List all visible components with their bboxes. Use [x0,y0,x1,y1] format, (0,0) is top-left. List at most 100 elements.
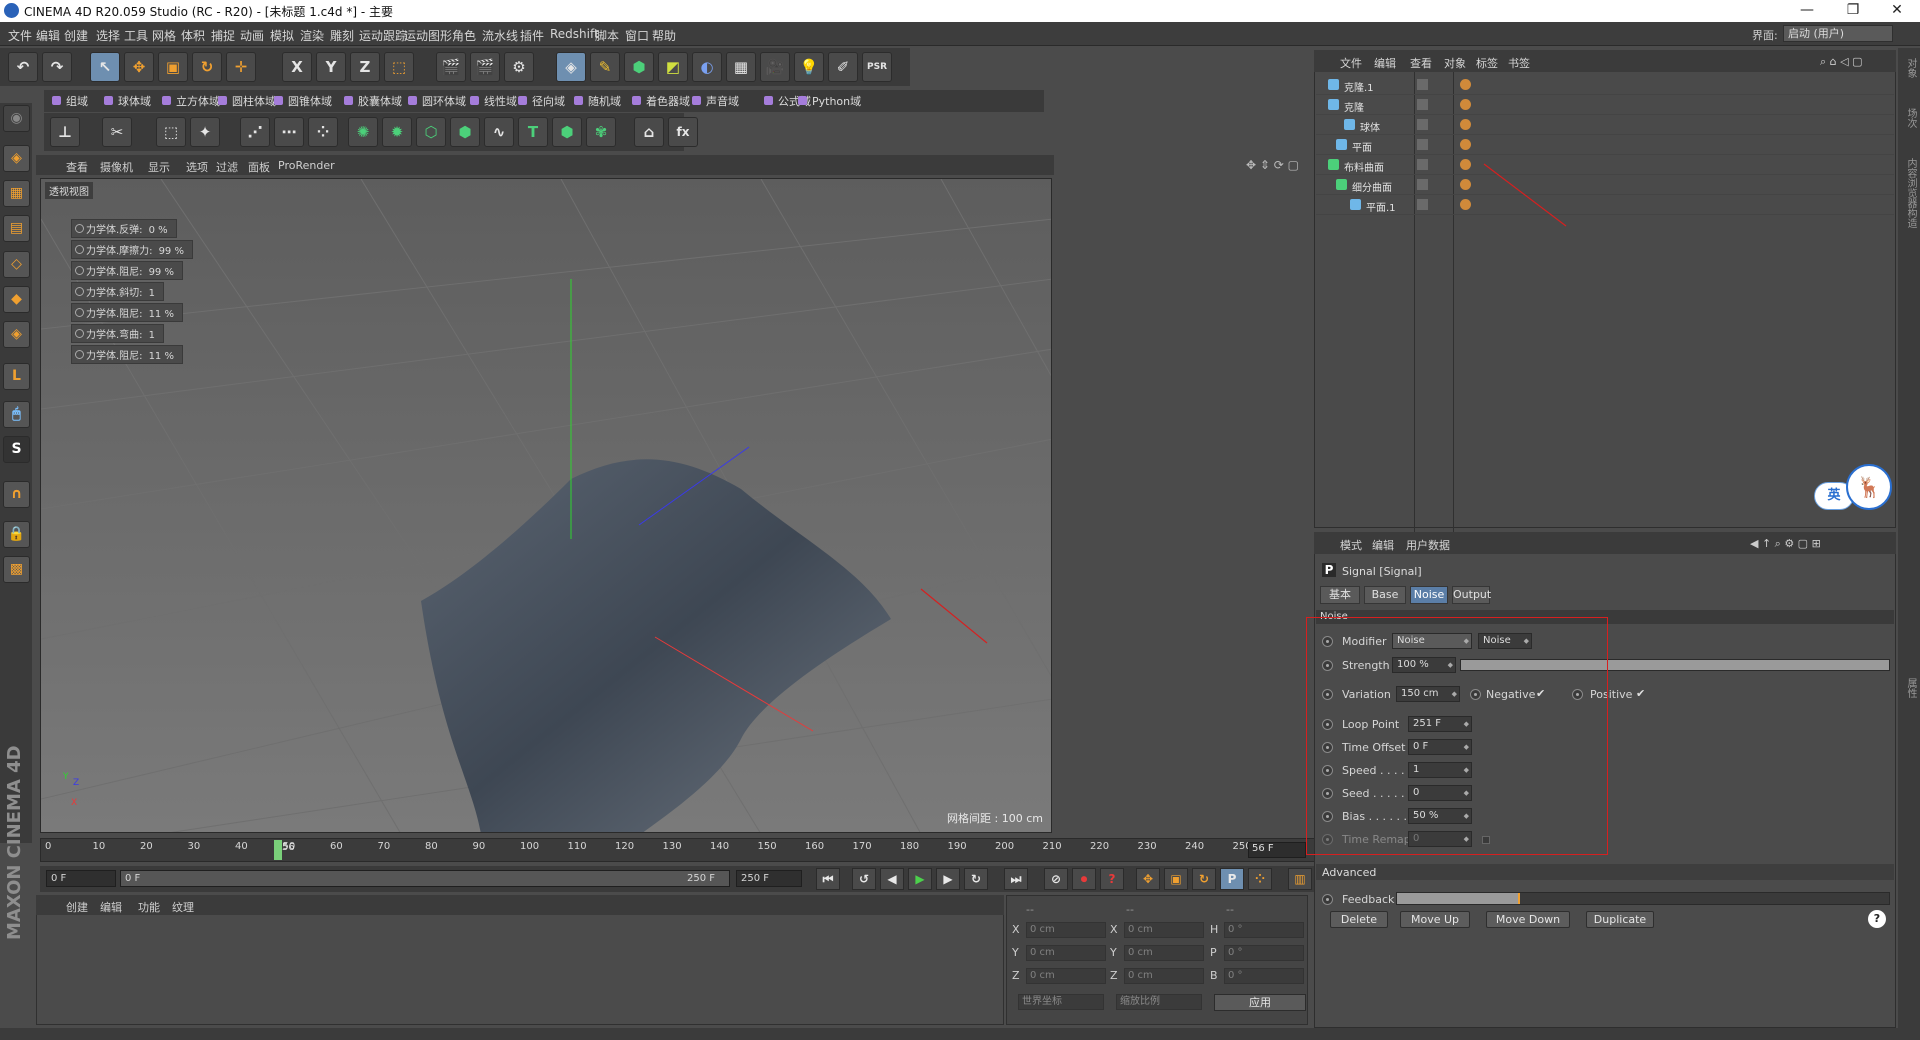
lock-icon[interactable]: 🔒 [3,521,30,548]
menu-10[interactable]: 渲染 [300,27,324,44]
undo-icon[interactable]: ↶ [8,52,38,82]
deformer-icon[interactable]: ◐ [692,52,722,82]
material-menu-1[interactable]: 编辑 [100,899,122,915]
points-icon[interactable]: ⋰ [240,117,270,147]
coordinate-system-icon[interactable]: ⬚ [384,52,414,82]
cube-icon[interactable]: ◈ [556,52,586,82]
script-icon[interactable]: ✐ [828,52,858,82]
field-3[interactable]: 圆柱体域 [216,93,276,109]
snap-icon[interactable]: S [3,436,30,463]
go-to-start-icon[interactable]: ⏮ [816,868,840,890]
object-menu-4[interactable]: 标签 [1476,55,1498,71]
menu-15[interactable]: 流水线 [482,27,518,44]
object-visibility-icon[interactable] [1433,159,1444,170]
maximize-button[interactable]: ❐ [1830,0,1876,22]
z-axis-icon[interactable]: Z [350,52,380,82]
texture-mode-icon[interactable]: ▦ [3,180,30,207]
object-row[interactable]: 克隆.1 [1316,76,1894,95]
object-menu-2[interactable]: 查看 [1410,55,1432,71]
previous-frame-icon[interactable]: ◀ [880,868,904,890]
menu-12[interactable]: 运动跟踪 [359,27,407,44]
menu-11[interactable]: 雕刻 [330,27,354,44]
viewport-menu-6[interactable]: ProRender [278,159,335,172]
go-to-end-icon[interactable]: ⏭ [1004,868,1028,890]
next-frame-icon[interactable]: ▶ [936,868,960,890]
button-duplicate[interactable]: Duplicate [1586,911,1654,928]
current-frame-field[interactable]: 56 F [1248,842,1306,858]
advanced-section[interactable]: Advanced [1316,864,1894,880]
menu-3[interactable]: 选择 [96,27,120,44]
menu-20[interactable]: 帮助 [652,27,676,44]
object-name[interactable]: 克隆 [1344,99,1364,114]
button-move-down[interactable]: Move Down [1486,911,1570,928]
field-2[interactable]: 立方体域 [160,93,220,109]
object-name[interactable]: 球体 [1360,119,1380,134]
viewport-menu-4[interactable]: 过滤 [216,159,238,175]
key-param-icon[interactable]: P [1220,868,1244,890]
start-frame-field[interactable]: 0 F [46,870,116,887]
viewport-menu-2[interactable]: 显示 [148,159,170,175]
size-mode-select[interactable]: 缩放比例 [1116,994,1202,1010]
y-axis-icon[interactable]: Y [316,52,346,82]
rotate-tool-icon[interactable]: ↻ [192,52,222,82]
right-tab-4[interactable]: 属性 [1903,678,1918,698]
object-menu-3[interactable]: 对象 [1444,55,1466,71]
field-5[interactable]: 胶囊体域 [342,93,402,109]
coord-field[interactable]: 0 ° [1224,922,1304,938]
menu-6[interactable]: 体积 [181,27,205,44]
workplane-icon[interactable]: ▤ [3,215,30,242]
matrix-icon[interactable]: ✹ [382,117,412,147]
key-scale-icon[interactable]: ▣ [1164,868,1188,890]
attribute-nav-icons[interactable]: ◀ ↑ ⌕ ⚙ ▢ ⊞ [1750,537,1821,551]
button-delete[interactable]: Delete [1330,911,1388,928]
knife-icon[interactable]: ✂ [102,117,132,147]
record-icon[interactable]: ⏺ [1072,868,1096,890]
material-menu-3[interactable]: 纹理 [172,899,194,915]
menu-0[interactable]: 文件 [8,27,32,44]
object-visibility-icon[interactable] [1433,179,1444,190]
object-manager-tools-icons[interactable]: ⌕ ⌂ ◁ ▢ [1820,55,1863,69]
viewport-menu-5[interactable]: 面板 [248,159,270,175]
grid-snap-icon[interactable]: ▩ [3,556,30,583]
field-9[interactable]: 随机域 [572,93,621,109]
end-frame-field[interactable]: 250 F [736,870,802,887]
object-visibility-icon[interactable] [1433,139,1444,150]
object-visibility-icon[interactable] [1433,119,1444,130]
tab-0[interactable]: 基本 [1320,586,1360,604]
menu-1[interactable]: 编辑 [36,27,60,44]
menu-7[interactable]: 捕捉 [211,27,235,44]
object-name[interactable]: 细分曲面 [1352,179,1392,194]
feedback-slider[interactable] [1396,892,1890,905]
cloth-surface[interactable] [421,459,891,833]
live-select-icon[interactable]: ✛ [226,52,256,82]
move-tool-icon[interactable]: ✥ [124,52,154,82]
field-11[interactable]: 声音域 [690,93,739,109]
coord-field[interactable]: 0 cm [1124,922,1204,938]
playhead[interactable]: 56 [274,840,295,860]
field-13[interactable]: Python域 [796,93,861,109]
brush-icon[interactable]: ✦ [190,117,220,147]
tracer-icon[interactable]: ∿ [484,117,514,147]
apply-button[interactable]: 应用 [1214,994,1306,1011]
frame-range-slider[interactable]: 0 F 250 F [120,870,730,887]
menu-4[interactable]: 工具 [124,27,148,44]
tweak-icon[interactable]: 🖱 [3,401,30,428]
tab-3[interactable]: Output [1452,586,1491,604]
key-rotation-icon[interactable]: ↻ [1192,868,1216,890]
key-pla-icon[interactable]: ⁘ [1248,868,1272,890]
coord-field[interactable]: 0 cm [1026,945,1106,961]
formula-icon[interactable]: fx [668,117,698,147]
material-menu-0[interactable]: 创建 [66,899,88,915]
render-picture-viewer-icon[interactable]: 🎬 [470,52,500,82]
help-icon[interactable]: ? [1868,910,1886,928]
coord-field[interactable]: 0 cm [1026,968,1106,984]
tab-2[interactable]: Noise [1410,586,1448,604]
field-10[interactable]: 着色器域 [630,93,690,109]
right-tab-0[interactable]: 对象 [1903,58,1918,78]
object-name[interactable]: 克隆.1 [1344,79,1374,94]
object-menu-5[interactable]: 书签 [1508,55,1530,71]
object-menu-1[interactable]: 编辑 [1374,55,1396,71]
polygons-mode-icon[interactable]: ◈ [3,321,30,348]
viewport-menu-0[interactable]: 查看 [66,159,88,175]
layout-select[interactable]: 启动 (用户) [1783,25,1893,42]
